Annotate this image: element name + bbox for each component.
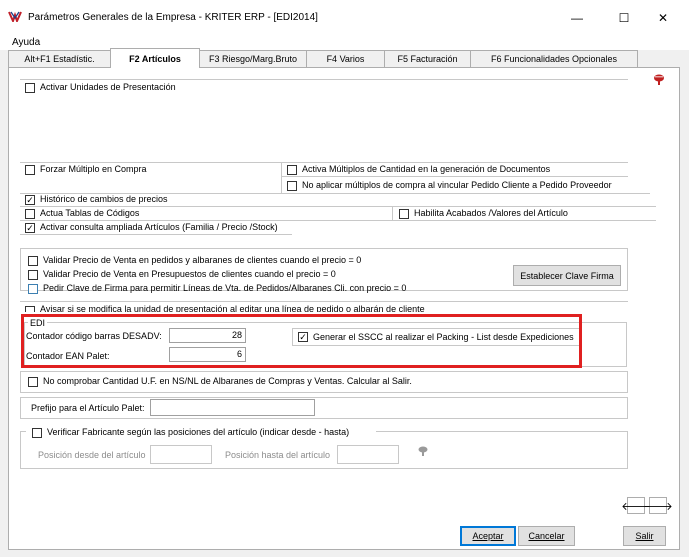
salir-button[interactable]: Salir <box>623 526 666 546</box>
tab-varios[interactable]: F4 Varios <box>306 50 385 67</box>
posicion-desde-label: Posición desde del artículo <box>38 450 146 460</box>
pedir-clave-label: Pedir Clave de Firma para permitir Línea… <box>43 283 407 293</box>
actua-tablas-label: Actua Tablas de Códigos <box>40 208 140 218</box>
minimize-button[interactable]: — <box>557 4 597 32</box>
no-aplicar-multiplos-checkbox[interactable] <box>287 181 297 191</box>
no-comprobar-checkbox[interactable] <box>28 377 38 387</box>
activa-multiplos-label: Activa Múltiplos de Cantidad en la gener… <box>302 164 551 174</box>
menu-bar <box>0 36 689 50</box>
verificar-fabricante-checkbox[interactable] <box>32 428 42 438</box>
salir-label: Salir <box>635 531 654 541</box>
separator <box>20 79 628 80</box>
separator <box>20 234 292 235</box>
historico-checkbox[interactable]: ✓ <box>25 195 35 205</box>
habilita-acabados-checkbox[interactable] <box>399 209 409 219</box>
actua-tablas-checkbox[interactable] <box>25 209 35 219</box>
posicion-hasta-input[interactable] <box>337 445 399 464</box>
activar-unidades-label: Activar Unidades de Presentación <box>40 82 176 92</box>
app-logo-icon <box>8 11 22 22</box>
posicion-hasta-label: Posición hasta del artículo <box>225 450 331 460</box>
pedir-clave-checkbox[interactable] <box>28 284 38 294</box>
no-comprobar-label: No comprobar Cantidad U.F. en NS/NL de A… <box>43 376 412 386</box>
activa-multiplos-checkbox[interactable] <box>287 165 297 175</box>
tab-estadistic[interactable]: Alt+F1 Estadístic. <box>8 50 111 67</box>
no-aplicar-multiplos-label: No aplicar múltiplos de compra al vincul… <box>302 180 612 190</box>
maximize-button[interactable]: ☐ <box>604 4 644 32</box>
validar-pedidos-checkbox[interactable] <box>28 256 38 266</box>
forzar-multiplo-label: Forzar Múltiplo en Compra <box>40 164 147 174</box>
tab-riesgo[interactable]: F3 Riesgo/Marg.Bruto <box>199 50 307 67</box>
window-title: Parámetros Generales de la Empresa - KRI… <box>28 12 318 23</box>
separator <box>282 176 628 177</box>
establecer-clave-button[interactable]: Establecer Clave Firma <box>513 265 621 286</box>
validar-pedidos-label: Validar Precio de Venta en pedidos y alb… <box>43 255 362 265</box>
close-button[interactable]: ✕ <box>643 4 683 32</box>
aceptar-button[interactable]: Aceptar <box>460 526 516 546</box>
habilita-acabados-label: Habilita Acabados /Valores del Artículo <box>414 208 568 218</box>
tab-articulos[interactable]: F2 Artículos <box>110 48 200 68</box>
cancelar-button[interactable]: Cancelar <box>518 526 575 546</box>
next-arrow-icon[interactable]: 🡒 <box>643 497 673 514</box>
prefijo-label: Prefijo para el Artículo Palet: <box>31 403 145 413</box>
activar-unidades-checkbox[interactable] <box>25 83 35 93</box>
consulta-ampliada-label: Activar consulta ampliada Artículos (Fam… <box>40 222 278 232</box>
tab-facturacion[interactable]: F5 Facturación <box>384 50 471 67</box>
aceptar-label: Aceptar <box>472 531 504 541</box>
separator <box>20 206 656 207</box>
menu-ayuda[interactable]: Ayuda <box>12 37 40 48</box>
separator <box>20 162 628 163</box>
prefijo-input[interactable] <box>150 399 315 416</box>
consulta-ampliada-checkbox[interactable]: ✓ <box>25 223 35 233</box>
help-disabled-icon <box>418 446 428 456</box>
highlight-box <box>21 314 582 368</box>
cancelar-label: Cancelar <box>528 531 565 541</box>
help-icon[interactable] <box>653 74 667 86</box>
posicion-desde-input[interactable] <box>150 445 212 464</box>
validar-presupuestos-label: Validar Precio de Venta en Presupuestos … <box>43 269 336 279</box>
separator <box>20 301 628 302</box>
forzar-multiplo-checkbox[interactable] <box>25 165 35 175</box>
tab-funcionalidades[interactable]: F6 Funcionalidades Opcionales <box>470 50 638 67</box>
separator <box>20 220 656 221</box>
historico-label: Histórico de cambios de precios <box>40 194 168 204</box>
separator <box>392 206 393 220</box>
validar-presupuestos-checkbox[interactable] <box>28 270 38 280</box>
separator <box>281 162 282 194</box>
verificar-fabricante-label: Verificar Fabricante según las posicione… <box>47 427 350 437</box>
